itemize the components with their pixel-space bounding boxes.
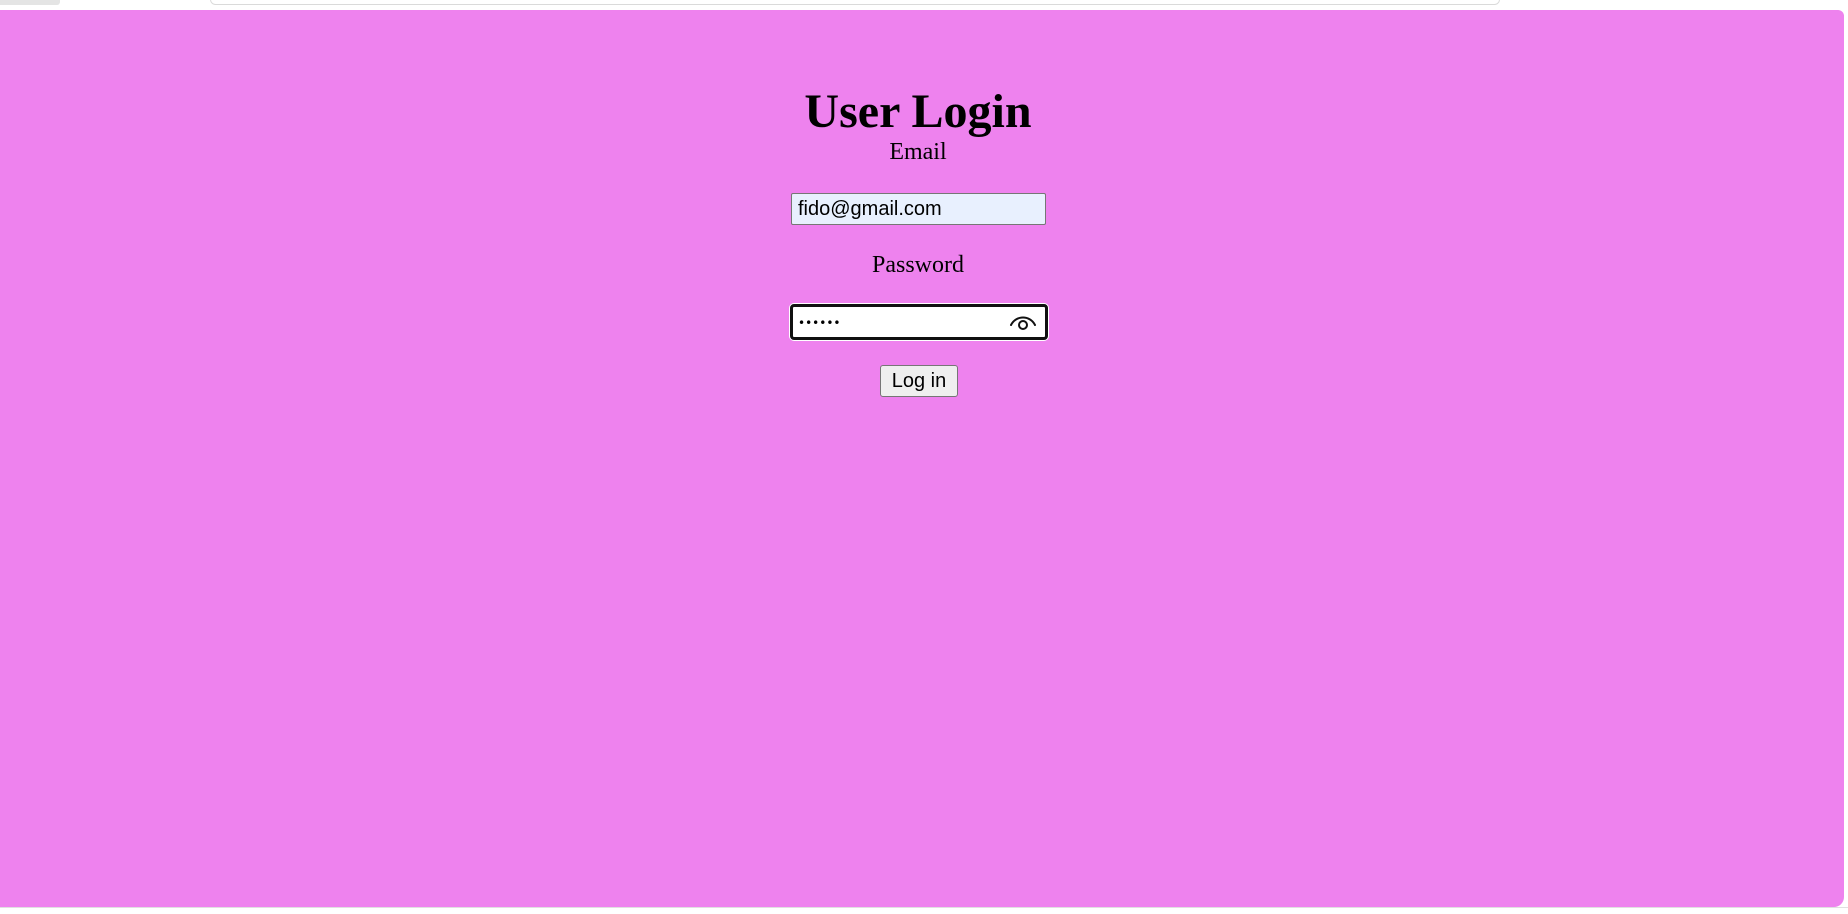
- eye-icon[interactable]: [1009, 312, 1037, 332]
- browser-address-bar-stub[interactable]: [210, 0, 1500, 5]
- window-right-edge: [1844, 10, 1848, 914]
- browser-tab-stub[interactable]: [0, 0, 60, 5]
- email-field[interactable]: [791, 193, 1046, 225]
- login-page: User Login Email Password •••••• Log in: [0, 10, 1844, 907]
- page-title: User Login: [804, 85, 1032, 139]
- log-in-button[interactable]: Log in: [880, 365, 958, 397]
- browser-top-strip: [0, 0, 1848, 10]
- password-field[interactable]: ••••••: [790, 304, 1048, 340]
- password-label: Password: [871, 252, 964, 278]
- password-masked-value: ••••••: [798, 316, 841, 330]
- window-bottom-edge: [0, 907, 1848, 914]
- email-label: Email: [889, 139, 947, 165]
